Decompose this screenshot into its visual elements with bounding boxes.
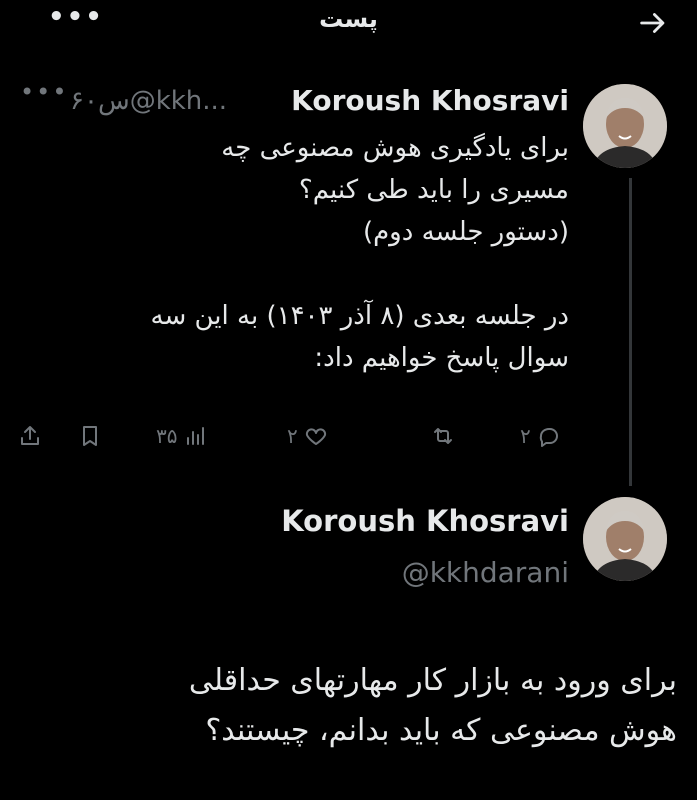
author-handle[interactable]: @kkhdarani (402, 556, 569, 589)
heart-icon (305, 428, 326, 445)
author-name[interactable]: Koroush Khosravi (291, 84, 569, 117)
likes-count: ۲ (287, 424, 298, 448)
like-button[interactable]: ۲ (287, 424, 328, 448)
avatar[interactable] (583, 84, 667, 168)
tweet-text: برای ورود به بازار کار مهارتهای حداقلی ه… (188, 663, 677, 748)
tweet-more-icon[interactable]: ••• (20, 78, 68, 106)
avatar[interactable] (583, 497, 667, 581)
reply-icon (539, 428, 558, 447)
page-title: پست (319, 5, 378, 33)
share-icon[interactable] (18, 424, 42, 448)
views-icon (187, 427, 205, 445)
retweet-icon (434, 428, 452, 444)
reply-button[interactable]: ۲ (520, 424, 561, 448)
author-handle-time[interactable]: ۶۰س@kkh... (70, 86, 227, 116)
bookmark-icon[interactable] (78, 424, 102, 448)
thread-line (629, 178, 632, 486)
author-name[interactable]: Koroush Khosravi (281, 504, 569, 538)
views-count: ۳۵ (156, 424, 178, 448)
replies-count: ۲ (520, 424, 531, 448)
tweet-text: برای یادگیری هوش مصنوعی چه مسیری را باید… (150, 133, 569, 373)
arrow-right-icon[interactable] (636, 6, 670, 40)
retweet-button[interactable] (425, 424, 455, 448)
views-button[interactable]: ۳۵ (156, 424, 207, 448)
